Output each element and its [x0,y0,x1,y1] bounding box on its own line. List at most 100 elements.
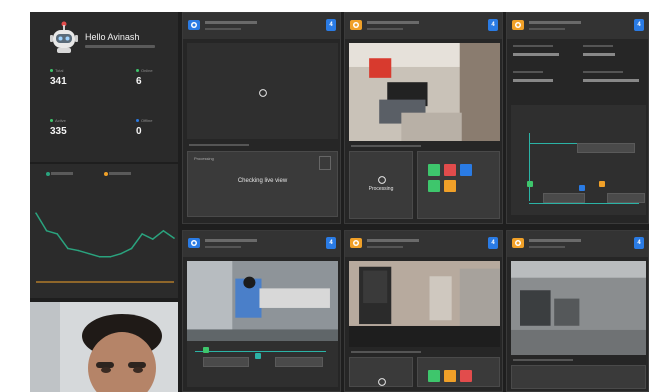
legend-item-2 [109,172,132,176]
camera-subtitle [367,246,403,248]
processing-box: Processing [349,151,413,219]
flow-indicator [527,181,533,187]
chart-series-line [35,212,175,258]
camera-name [205,21,257,24]
stat-label: Total [50,68,67,73]
flow-connector-h2 [529,203,639,204]
camera-name [529,239,581,242]
flow-node-button-3[interactable] [607,193,645,203]
indicator-tile[interactable] [444,370,456,382]
legend-item-1 [51,172,74,176]
status-heading: Processing [194,156,214,161]
flow-indicator [599,181,605,187]
camera-feed-image [511,261,646,355]
camera-feed-image [187,261,338,349]
flow-node-button-2[interactable] [543,193,585,203]
camera-name [367,239,419,242]
camera-card-2[interactable]: 4 Processing [344,12,503,224]
flow-node-button-2[interactable] [275,357,323,367]
stat-active: Active 335 [50,118,67,137]
camera-count-badge[interactable]: 4 [326,19,336,31]
stat-total: Total 341 [50,68,67,87]
flow-indicator [255,353,261,359]
status-box-icon [319,156,331,170]
indicator-tile[interactable] [460,370,472,382]
user-video-icon [30,302,178,392]
status-message: Checking live view [237,178,288,184]
camera-subtitle [367,28,403,30]
indicator-tile[interactable] [460,164,472,176]
robot-avatar-icon [50,21,78,53]
chart-point-12 [162,230,165,232]
camera-blue-icon [187,235,201,251]
camera-card-header: 4 [345,13,502,39]
profile-panel: Hello Avinash Total 341 Online 6 Active 335 Of… [30,12,178,162]
flow-indicator [203,347,209,353]
camera-meta-line [351,145,421,147]
camera-count-badge[interactable]: 4 [326,237,336,249]
flow-node-button-1[interactable] [203,357,249,367]
camera-card-4[interactable]: 4 [182,230,341,392]
camera-orange-icon [511,17,525,33]
camera-meta-line [351,351,421,353]
indicator-box [417,357,500,387]
status-chart-panel [30,164,178,298]
indicator-box [417,151,500,219]
camera-card-3[interactable]: 4 [506,12,649,224]
status-line-chart [35,212,175,283]
greeting-subtext [85,45,155,48]
indicator-tile[interactable] [428,180,440,192]
webcam-feed [30,302,178,392]
camera-count-badge[interactable]: 4 [634,237,644,249]
chart-point-0 [35,212,37,214]
camera-card-1[interactable]: 4 Processing Checking live view [182,12,341,224]
stat-label: Offline [136,118,153,123]
camera-subtitle [529,246,565,248]
status-box: Processing Checking live view [187,151,338,217]
chart-point-4 [77,249,80,252]
loading-spinner-icon [377,374,387,391]
chart-point-6 [98,256,101,258]
processing-box [349,357,413,387]
camera-card-6[interactable]: 4 [506,230,649,392]
camera-card-header: 4 [507,13,648,39]
indicator-tile[interactable] [444,164,456,176]
indicator-tile[interactable] [428,370,440,382]
chart-point-13 [173,237,175,239]
camera-orange-icon [349,235,363,251]
stat-value: 6 [136,76,142,87]
camera-card-header: 4 [183,13,340,39]
camera-card-header: 4 [183,231,340,257]
stat-value: 335 [50,126,67,137]
camera-name [205,239,257,242]
indicator-tile[interactable] [428,164,440,176]
camera-count-badge[interactable]: 4 [488,237,498,249]
chart-point-7 [109,256,112,258]
camera-feed-image [349,261,500,347]
flow-node-button-1[interactable] [577,143,635,153]
chart-point-11 [151,238,154,240]
stat-value: 341 [50,76,67,87]
camera-count-badge[interactable]: 4 [634,19,644,31]
camera-subtitle [529,28,565,30]
camera-orange-icon [349,17,363,33]
stat-value: 0 [136,126,142,137]
camera-count-badge[interactable]: 4 [488,19,498,31]
stat-online: Online 6 [136,68,153,87]
flow-connector [195,351,326,352]
dashboard-frame: Hello Avinash Total 341 Online 6 Active 335 Of… [30,12,649,392]
chart-point-5 [88,252,90,255]
chart-point-10 [141,233,143,235]
camera-card-header: 4 [507,231,648,257]
processing-text: Processing [368,186,394,192]
camera-card-header: 4 [345,231,502,257]
camera-card-5[interactable]: 4 [344,230,503,392]
chart-point-1 [45,230,48,232]
camera-orange-icon [511,235,525,251]
stat-label: Active [50,118,67,123]
indicator-tile[interactable] [444,180,456,192]
chart-point-2 [56,233,59,235]
camera-blue-icon [187,17,201,33]
camera-feed-image [349,43,500,141]
camera-meta-line [513,359,573,361]
